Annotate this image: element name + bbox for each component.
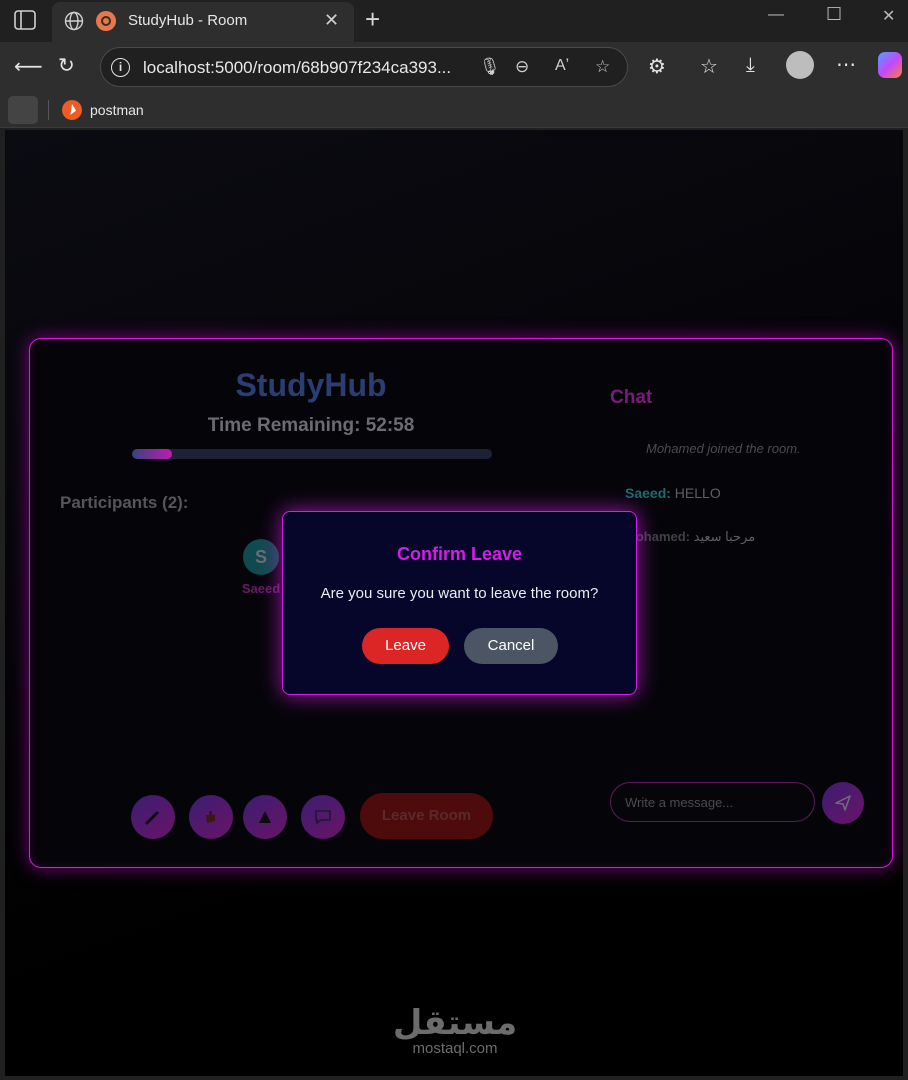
favorite-star-icon[interactable]: ☆	[595, 57, 610, 77]
address-bar[interactable]: i localhost:5000/room/68b907f234ca393...…	[100, 47, 628, 87]
bookmark-postman[interactable]: postman	[62, 98, 144, 122]
browser-toolbar: ⟵ ↻ i localhost:5000/room/68b907f234ca39…	[0, 42, 908, 92]
globe-icon	[64, 11, 84, 31]
send-icon	[835, 795, 851, 811]
timer-progress-fill	[132, 449, 172, 459]
chat-text: HELLO	[670, 485, 721, 501]
chat-system-message: Mohamed joined the room.	[646, 441, 801, 456]
brand-title: StudyHub	[235, 367, 387, 403]
more-menu-icon[interactable]: ⋯	[836, 52, 856, 77]
browser-tab-bar: StudyHub - Room ✕ + — ☐ ✕	[0, 0, 908, 42]
window-close-button[interactable]: ✕	[882, 6, 895, 26]
favorites-icon[interactable]: ☆	[700, 54, 718, 79]
watermark-logo: مستقل mostaql.com	[365, 1006, 545, 1058]
extensions-icon[interactable]: ⚙	[648, 54, 666, 79]
chat-message: Saeed: HELLO	[625, 485, 721, 501]
read-aloud-icon[interactable]: Aʼ	[555, 57, 569, 75]
bookmarks-divider	[48, 100, 49, 120]
tab-actions-icon[interactable]	[8, 96, 38, 124]
new-tab-button[interactable]: +	[365, 4, 380, 35]
hand-icon	[206, 811, 215, 823]
page-viewport: StudyHub Time Remaining: 52:58 Participa…	[5, 130, 903, 1076]
download-icon[interactable]: ⤓	[746, 54, 755, 77]
microphone-icon	[145, 811, 159, 825]
tab-title: StudyHub - Room	[128, 12, 248, 29]
chat-title: Chat	[610, 387, 653, 408]
site-info-icon[interactable]: i	[111, 58, 130, 77]
back-arrow-icon[interactable]: ⟵	[14, 54, 43, 79]
chat-sender: Saeed:	[625, 485, 671, 501]
draw-icon	[259, 811, 271, 823]
cancel-button[interactable]: Cancel	[464, 628, 558, 664]
microphone-icon[interactable]: 🎙	[479, 57, 501, 77]
active-tab[interactable]: StudyHub - Room ✕	[52, 2, 354, 42]
raise-hand-button[interactable]	[189, 795, 233, 839]
url-text[interactable]: localhost:5000/room/68b907f234ca393...	[143, 58, 451, 78]
confirm-leave-modal: Confirm Leave Are you sure you want to l…	[282, 511, 637, 695]
bookmarks-bar: postman	[0, 92, 908, 128]
time-remaining: Time Remaining: 52:58	[207, 415, 415, 436]
bookmark-label: postman	[90, 102, 144, 118]
copilot-icon[interactable]	[878, 52, 902, 78]
postman-icon	[62, 100, 82, 120]
modal-title: Confirm Leave	[396, 544, 523, 564]
chat-message-input[interactable]: Write a message...	[610, 782, 815, 822]
chat-message: Mohamed: مرحبا سعيد	[625, 529, 755, 545]
sidebar-toggle-icon[interactable]	[14, 10, 36, 30]
refresh-icon[interactable]: ↻	[58, 53, 75, 78]
microphone-button[interactable]	[131, 795, 175, 839]
maximize-button[interactable]: ☐	[826, 4, 842, 25]
watermark-latin: mostaql.com	[412, 1040, 498, 1057]
whiteboard-button[interactable]	[243, 795, 287, 839]
chat-toggle-button[interactable]	[301, 795, 345, 839]
watermark-arabic: مستقل	[392, 1004, 518, 1042]
timer-progress-bar	[132, 449, 492, 459]
chat-bubble-icon	[315, 810, 331, 825]
send-message-button[interactable]	[822, 782, 864, 824]
confirm-leave-button[interactable]: Leave	[362, 628, 449, 664]
participants-title: Participants (2):	[60, 493, 189, 512]
minimize-button[interactable]: —	[768, 6, 784, 24]
leave-room-button[interactable]: Leave Room	[360, 793, 493, 839]
avatar: S	[243, 539, 279, 575]
zoom-out-icon[interactable]: ⊖	[515, 57, 529, 77]
chat-text: مرحبا سعيد	[690, 529, 756, 544]
profile-avatar-icon[interactable]	[786, 51, 814, 79]
tab-close-icon[interactable]: ✕	[324, 10, 339, 31]
modal-message: Are you sure you want to leave the room?	[320, 585, 599, 602]
site-favicon-icon	[96, 11, 116, 31]
